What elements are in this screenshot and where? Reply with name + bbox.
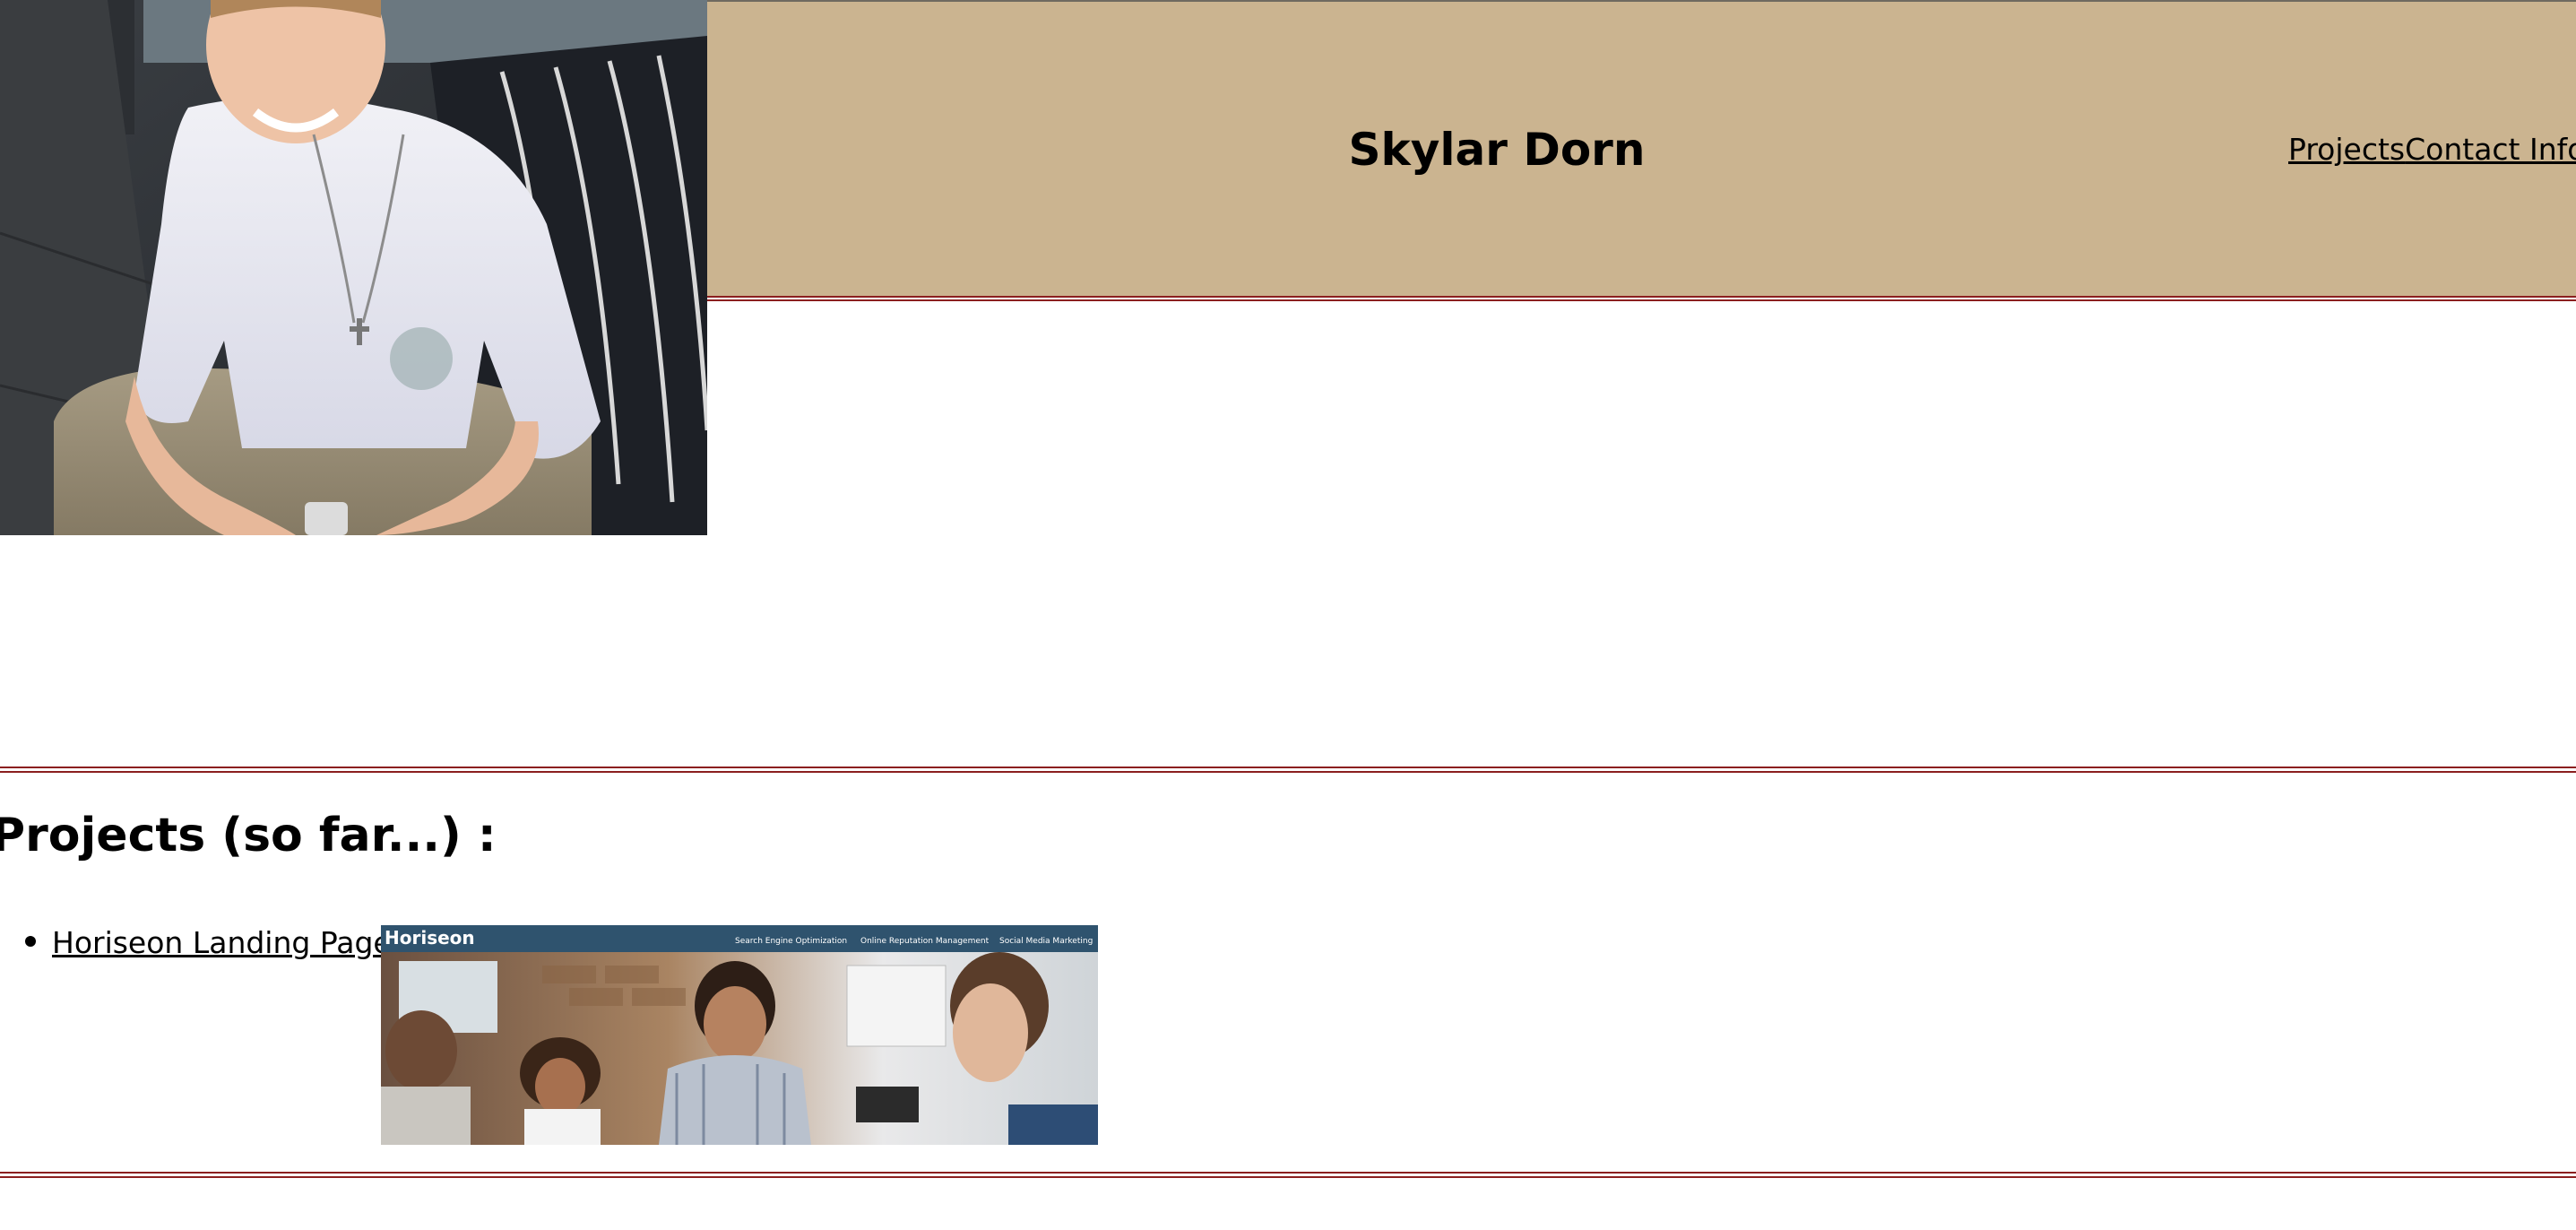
thumbnail-nav-3: Social Media Marketing [999,937,1093,946]
page: Skylar Dorn ProjectsContact Info Project… [0,0,2576,1230]
thumbnail-nav-1: Search Engine Optimization [735,937,847,946]
project-link-horiseon[interactable]: Horiseon Landing Page [52,923,392,963]
header-divider [707,296,2576,301]
project-thumbnail-horiseon[interactable]: Horiseon Search Engine Optimization Onli… [381,925,1098,1145]
thumbnail-nav-2: Online Reputation Management [860,937,990,946]
nav-link-contact-info[interactable]: Contact Info [2405,132,2576,167]
thumbnail-brand: Horiseon [385,927,475,948]
section-divider-bottom [0,1172,2576,1178]
projects-heading: Projects (so far...) : [0,809,497,862]
nav-link-projects[interactable]: Projects [2288,132,2405,167]
site-title: Skylar Dorn [1348,124,1646,176]
list-bullet [25,936,36,947]
section-divider [0,767,2576,773]
main-nav: ProjectsContact Info [2288,130,2576,169]
profile-photo [0,0,707,535]
